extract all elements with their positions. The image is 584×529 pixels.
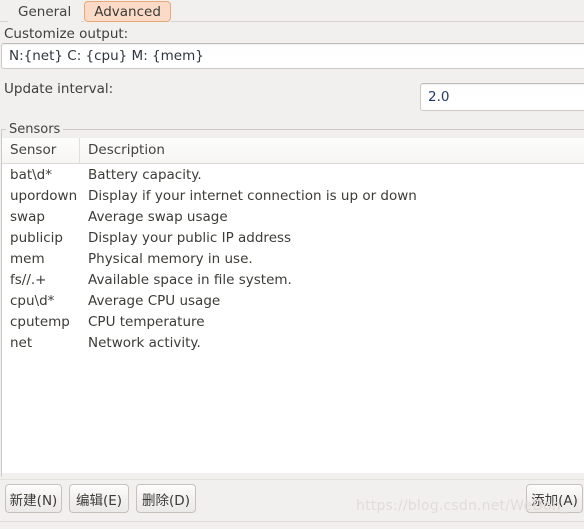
tab-advanced[interactable]: Advanced (84, 1, 171, 22)
update-interval-label: Update interval: (4, 81, 114, 97)
sensors-table[interactable]: Sensor Description bat\d* Battery capacit… (2, 138, 584, 473)
table-row[interactable]: swap Average swap usage (2, 206, 584, 227)
tab-general[interactable]: General (8, 1, 82, 22)
cell-description: Battery capacity. (88, 166, 202, 183)
column-header-description[interactable]: Description (80, 138, 584, 163)
cell-sensor: cpu\d* (10, 292, 55, 309)
bottom-divider (0, 521, 584, 522)
cell-sensor: publicip (10, 229, 63, 246)
update-interval-input[interactable]: 2.0 (420, 83, 584, 111)
cell-sensor: upordown (10, 187, 78, 204)
tab-bar: General Advanced (0, 0, 584, 22)
cell-sensor: swap (10, 208, 45, 225)
cell-sensor: fs//.+ (10, 271, 47, 288)
table-row[interactable]: publicip Display your public IP address (2, 227, 584, 248)
cell-description: CPU temperature (88, 313, 205, 330)
add-button[interactable]: 添加(A) (526, 484, 583, 513)
tab-bar-left-edge (0, 0, 8, 22)
table-row[interactable]: upordown Display if your internet connect… (2, 185, 584, 206)
cell-description: Average swap usage (88, 208, 228, 225)
cell-sensor: mem (10, 250, 45, 267)
cell-description: Physical memory in use. (88, 250, 253, 267)
column-header-sensor[interactable]: Sensor (2, 138, 80, 163)
new-button[interactable]: 新建(N) (5, 484, 62, 513)
sensors-group-label: Sensors (6, 122, 64, 137)
table-row[interactable]: cputemp CPU temperature (2, 311, 584, 332)
cell-sensor: bat\d* (10, 166, 53, 183)
cell-description: Average CPU usage (88, 292, 221, 309)
table-row[interactable]: cpu\d* Average CPU usage (2, 290, 584, 311)
table-row[interactable]: net Network activity. (2, 332, 584, 353)
customize-output-input[interactable]: N:{net} C: {cpu} M: {mem} (1, 43, 584, 69)
cell-sensor: cputemp (10, 313, 70, 330)
sensors-frame-top-border (1, 129, 584, 130)
sensors-table-header: Sensor Description (2, 138, 584, 164)
tab-bar-filler (170, 0, 584, 22)
delete-button[interactable]: 删除(D) (136, 484, 196, 513)
edit-button[interactable]: 编辑(E) (69, 484, 129, 513)
sensors-table-body: bat\d* Battery capacity. upordown Display i… (2, 164, 584, 353)
cell-description: Network activity. (88, 334, 201, 351)
customize-output-label: Customize output: (4, 26, 129, 42)
table-row[interactable]: bat\d* Battery capacity. (2, 164, 584, 185)
preferences-dialog: General Advanced Customize output: N:{ne… (0, 0, 584, 529)
table-row[interactable]: mem Physical memory in use. (2, 248, 584, 269)
table-row[interactable]: fs//.+ Available space in file system. (2, 269, 584, 290)
update-interval-value: 2.0 (428, 89, 450, 105)
cell-description: Display if your internet connection is u… (88, 187, 417, 204)
customize-output-value: N:{net} C: {cpu} M: {mem} (9, 48, 204, 64)
cell-description: Display your public IP address (88, 229, 292, 246)
cell-description: Available space in file system. (88, 271, 292, 288)
cell-sensor: net (10, 334, 33, 351)
